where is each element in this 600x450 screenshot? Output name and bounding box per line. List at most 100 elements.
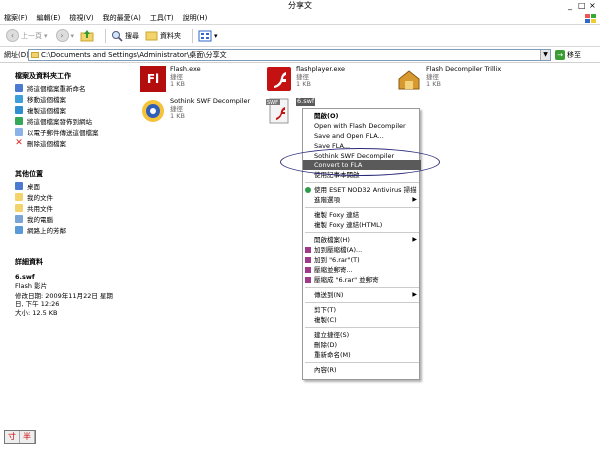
ctx-open-archive[interactable]: 開啟檔案(H) ▶ <box>303 235 421 245</box>
task-publish[interactable]: 將這個檔案發佈到網站 <box>15 116 92 126</box>
back-button[interactable]: ‹ 上一頁 ▾ <box>4 29 48 42</box>
menu-edit[interactable]: 編輯(E) <box>37 13 61 23</box>
ctx-separator <box>305 287 419 288</box>
ctx-add-to-archive[interactable]: 加到壓縮檔(A)... <box>303 245 421 255</box>
menu-favorites[interactable]: 我的最愛(A) <box>103 13 141 23</box>
ctx-rename[interactable]: 重新命名(M) <box>303 350 421 360</box>
folders-button[interactable]: 資料夾 <box>145 30 181 41</box>
up-folder-button[interactable] <box>80 29 94 42</box>
chevron-down-icon: ▾ <box>214 31 218 40</box>
flash-player-icon <box>266 66 292 92</box>
task-delete[interactable]: ✕ 刪除這個檔案 <box>15 138 66 149</box>
task-email[interactable]: 以電子郵件傳送這個檔案 <box>15 127 99 137</box>
address-dropdown-button[interactable]: ▼ <box>540 50 550 60</box>
menu-tools[interactable]: 工具(T) <box>150 13 174 23</box>
back-arrow-icon: ‹ <box>6 29 19 42</box>
annotation-ellipse <box>280 148 440 176</box>
menu-file[interactable]: 檔案(F) <box>4 13 28 23</box>
ctx-separator <box>305 207 419 208</box>
menu-help[interactable]: 說明(H) <box>183 13 208 23</box>
ctx-properties[interactable]: 內容(R) <box>303 365 421 375</box>
task-move[interactable]: 移動這個檔案 <box>15 94 66 104</box>
detail-size: 大小: 12.5 KB <box>15 309 58 317</box>
ctx-delete[interactable]: 刪除(D) <box>303 340 421 350</box>
ctx-advanced-options[interactable]: 進階選項 ▶ <box>303 195 421 205</box>
toolbar: ‹ 上一頁 ▾ › ▾ 搜尋 資料夾 ▾ <box>0 25 600 47</box>
ctx-eset-scan[interactable]: 使用 ESET NOD32 Antivirus 掃描 <box>303 185 421 195</box>
ctx-compress-and-email[interactable]: 壓縮並郵寄... <box>303 265 421 275</box>
desktop-icon <box>15 182 23 190</box>
chevron-down-icon: ▾ <box>70 31 75 40</box>
file-item[interactable]: Fl Flash.exe 捷徑 1 KB <box>140 65 201 92</box>
task-copy[interactable]: 複製這個檔案 <box>15 105 66 115</box>
maximize-button[interactable]: □ <box>578 1 586 11</box>
winrar-icon <box>305 267 311 273</box>
chevron-down-icon: ▾ <box>44 31 48 40</box>
ime-toolbar[interactable]: 寸 半 <box>4 430 36 444</box>
ctx-separator <box>305 327 419 328</box>
ctx-cut[interactable]: 剪下(T) <box>303 305 421 315</box>
swf-file-icon: SWF <box>266 98 292 124</box>
place-desktop[interactable]: 桌面 <box>15 181 40 191</box>
ime-width-button[interactable]: 半 <box>20 431 35 443</box>
ctx-compress-6rar-and-email[interactable]: 壓縮成 "6.rar" 並郵寄 <box>303 275 421 285</box>
forward-button[interactable]: › ▾ <box>54 29 75 42</box>
ctx-copy[interactable]: 複製(C) <box>303 315 421 325</box>
place-my-documents[interactable]: 我的文件 <box>15 192 53 202</box>
window-title: 分享文 <box>288 1 312 10</box>
close-button[interactable]: × <box>589 1 596 11</box>
toolbar-separator <box>105 28 107 43</box>
ctx-separator <box>305 362 419 363</box>
ctx-open-with-flash-decompiler[interactable]: Open with Flash Decompiler <box>303 121 421 131</box>
globe-icon <box>15 117 23 125</box>
rename-icon <box>15 84 23 92</box>
tasks-section-title: 檔案及資料夾工作 <box>15 72 71 80</box>
views-button[interactable]: ▾ <box>198 30 218 42</box>
ctx-send-to[interactable]: 傳送到(N) ▶ <box>303 290 421 300</box>
place-my-computer[interactable]: 我的電腦 <box>15 214 53 224</box>
decompiler-trillix-icon <box>396 66 422 92</box>
go-button[interactable]: → 移至 <box>555 50 581 60</box>
ctx-create-shortcut[interactable]: 建立捷徑(S) <box>303 330 421 340</box>
place-network[interactable]: 網路上的芳鄰 <box>15 225 66 235</box>
ctx-separator <box>305 232 419 233</box>
folder-icon <box>31 52 39 58</box>
go-arrow-icon: → <box>555 50 565 60</box>
ctx-save-and-open-fla[interactable]: Save and Open FLA... <box>303 131 421 141</box>
ctx-copy-foxy-link[interactable]: 複製 Foxy 連結 <box>303 210 421 220</box>
detail-filename: 6.swf <box>15 273 35 281</box>
folder-icon <box>15 193 23 201</box>
ctx-open[interactable]: 開啟(O) <box>303 111 421 121</box>
details-section-title: 詳細資料 <box>15 258 43 266</box>
place-shared-documents[interactable]: 共用文件 <box>15 203 53 213</box>
submenu-arrow-icon: ▶ <box>412 196 417 203</box>
sothink-icon <box>140 98 166 124</box>
file-item[interactable]: Sothink SWF Decompiler 捷徑 1 KB <box>140 97 250 124</box>
toolbar-separator <box>192 28 194 43</box>
folder-up-icon <box>80 30 94 42</box>
search-button[interactable]: 搜尋 <box>111 30 139 42</box>
address-input[interactable]: C:\Documents and Settings\Administrator\… <box>28 49 551 61</box>
menu-bar: 檔案(F) 編輯(E) 檢視(V) 我的最愛(A) 工具(T) 說明(H) <box>0 12 600 25</box>
svg-text:SWF: SWF <box>267 100 278 106</box>
detail-modified: 修改日期: 2009年11月22日 星期日, 下午 12:26 <box>15 292 113 308</box>
file-item[interactable]: flashplayer.exe 捷徑 1 KB <box>266 65 345 92</box>
winrar-icon <box>305 277 311 283</box>
eset-icon <box>305 187 311 193</box>
menu-view[interactable]: 檢視(V) <box>69 13 93 23</box>
file-item[interactable]: Flash Decompiler Trillix 捷徑 1 KB <box>396 65 501 92</box>
ctx-add-to-6rar[interactable]: 加到 "6.rar"(T) <box>303 255 421 265</box>
ctx-copy-foxy-link-html[interactable]: 複製 Foxy 連結(HTML) <box>303 220 421 230</box>
ctx-separator <box>305 302 419 303</box>
delete-x-icon: ✕ <box>15 138 23 148</box>
copy-icon <box>15 106 23 114</box>
network-icon <box>15 226 23 234</box>
title-bar: 分享文 _ □ × <box>0 0 600 12</box>
folder-icon <box>15 204 23 212</box>
ime-mode-button[interactable]: 寸 <box>5 431 20 443</box>
move-icon <box>15 95 23 103</box>
submenu-arrow-icon: ▶ <box>412 236 417 243</box>
task-rename[interactable]: 將這個檔案重新命名 <box>15 83 86 93</box>
windows-logo-icon <box>584 13 598 24</box>
minimize-button[interactable]: _ <box>568 1 572 11</box>
